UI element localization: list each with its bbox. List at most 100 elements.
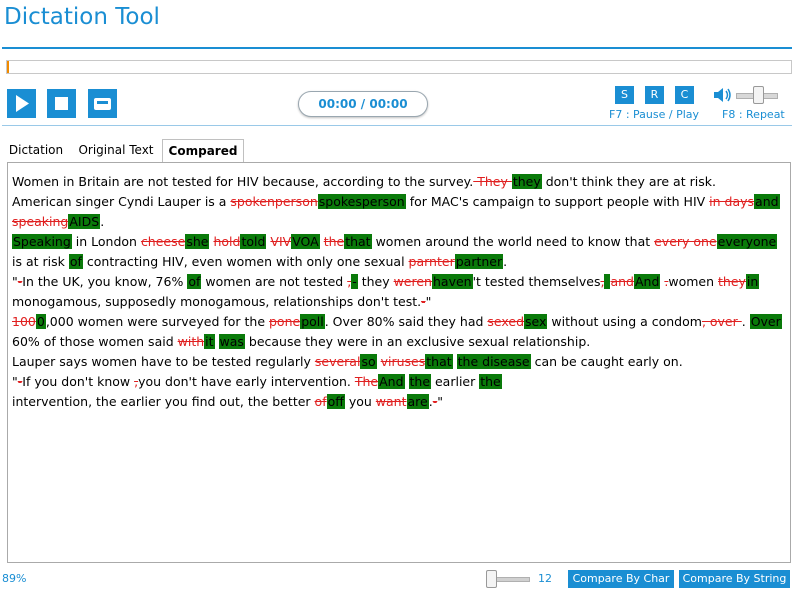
app-title: Dictation Tool [4,4,160,30]
text-segment [405,374,409,389]
deleted-text: VIV [270,234,292,249]
inserted-text: that [425,354,453,369]
text-segment: women around the world need to know that [371,234,655,249]
inserted-text: Over [749,314,782,329]
text-segment: " [425,294,432,309]
deleted-text: every one [654,234,717,249]
deleted-text: in days [709,194,755,209]
inserted-text: that [344,234,372,249]
inserted-text: was [218,334,245,349]
header-divider [2,125,792,126]
comparison-line: 1000,000 women were surveyed for the pon… [12,312,782,332]
deleted-text: with [177,334,205,349]
inserted-text: so [360,354,377,369]
inserted-text: and [754,194,780,209]
inserted-text: 0 [35,314,46,329]
text-segment: earlier [431,374,480,389]
tab-compared[interactable]: Compared [162,139,244,163]
text-segment: . [100,214,105,229]
inserted-text: poll [300,314,325,329]
inserted-text: it [204,334,215,349]
deleted-text: spokenperson [230,194,318,209]
repeat-hint: F8 : Repeat [722,108,785,121]
r-button[interactable]: R [645,86,664,104]
inserted-text: everyone [716,234,778,249]
save-button[interactable] [88,89,117,118]
compare-by-char-button[interactable]: Compare By Char [568,570,674,588]
inserted-text: And [378,374,405,389]
text-segment: ,000 women were surveyed for the [45,314,269,329]
text-segment: American singer Cyndi Lauper is a [12,194,231,209]
inserted-text: of [187,274,202,289]
text-segment: monogamous, supposedly monogamous, relat… [12,294,422,309]
text-segment: Lauper says women have to be tested regu… [12,354,315,369]
comparison-line: Women in Britain are not tested for HIV … [12,172,782,192]
comparison-line: monogamous, supposedly monogamous, relat… [12,292,782,312]
text-segment: In the UK, you know, 76% [22,274,188,289]
text-segment: because they were in an exclusive sexual… [244,334,591,349]
comparison-panel[interactable]: Women in Britain are not tested for HIV … [7,162,791,563]
text-segment: . [741,314,750,329]
text-segment: you [344,394,376,409]
play-button[interactable] [7,89,36,118]
comparison-line: "-If you don't know ,you don't have earl… [12,372,782,392]
compare-by-string-button[interactable]: Compare By String [679,570,790,588]
text-segment: you don't have early intervention. [138,374,355,389]
inserted-text: the [479,374,502,389]
text-segment: " [437,394,443,409]
deleted-text: pone [269,314,301,329]
save-icon [94,98,111,110]
deleted-text: The [354,374,379,389]
inserted-text: AIDS [68,214,101,229]
stop-button[interactable] [47,89,76,118]
volume-slider-thumb[interactable] [753,86,764,104]
inserted-text: the disease [456,354,531,369]
inserted-text: of [68,254,83,269]
deleted-text: cheese [140,234,186,249]
inserted-text: off [326,394,345,409]
deleted-text: speaking [12,214,69,229]
text-segment: . [503,254,508,269]
tab-dictation[interactable]: Dictation [4,139,68,161]
text-segment: without using a condom [547,314,702,329]
deleted-text: several [314,354,361,369]
comparison-line: speakingAIDS. [12,212,782,232]
text-segment: women [668,274,718,289]
text-segment: intervention, the earlier you find out, … [12,394,315,409]
deleted-text: They [473,174,512,189]
deleted-text: sexed [487,314,525,329]
comparison-line: is at risk of contracting HIV, even wome… [12,252,782,272]
comparison-text: Women in Britain are not tested for HIV … [12,172,782,412]
inserted-text: in [745,274,760,289]
comparison-line: Speaking in London cheeseshe holdtold VI… [12,232,782,252]
text-segment: in London [71,234,141,249]
comparison-line: Lauper says women have to be tested regu… [12,352,782,372]
speaker-icon[interactable] [713,86,733,104]
inserted-text: are [406,394,429,409]
text-segment: for MAC's campaign to support people wit… [405,194,710,209]
text-segment: Women in Britain are not tested for HIV … [12,174,474,189]
deleted-text: the [323,234,345,249]
text-segment: 60% of those women said [12,334,178,349]
inserted-text: they [511,174,542,189]
deleted-text: want [375,394,407,409]
inserted-text: the [408,374,432,389]
c-button[interactable]: C [675,86,694,104]
inserted-text: she [185,234,210,249]
time-display: 00:00 / 00:00 [298,91,428,117]
text-segment: they [357,274,394,289]
progress-marker[interactable] [7,61,9,73]
tab-original-text[interactable]: Original Text [71,139,161,161]
text-segment: 't tested themselves [472,274,601,289]
font-size-slider-thumb[interactable] [486,570,497,588]
text-segment: contracting HIV, even women with only on… [82,254,409,269]
s-button[interactable]: S [615,86,634,104]
playback-progress-bar[interactable] [6,60,792,74]
deleted-text: viruses [380,354,426,369]
inserted-text: And [633,274,661,289]
deleted-text: and [610,274,634,289]
comparison-line: American singer Cyndi Lauper is a spoken… [12,192,782,212]
font-size-value: 12 [538,572,552,585]
inserted-text: sex [524,314,548,329]
deleted-text: weren [393,274,432,289]
